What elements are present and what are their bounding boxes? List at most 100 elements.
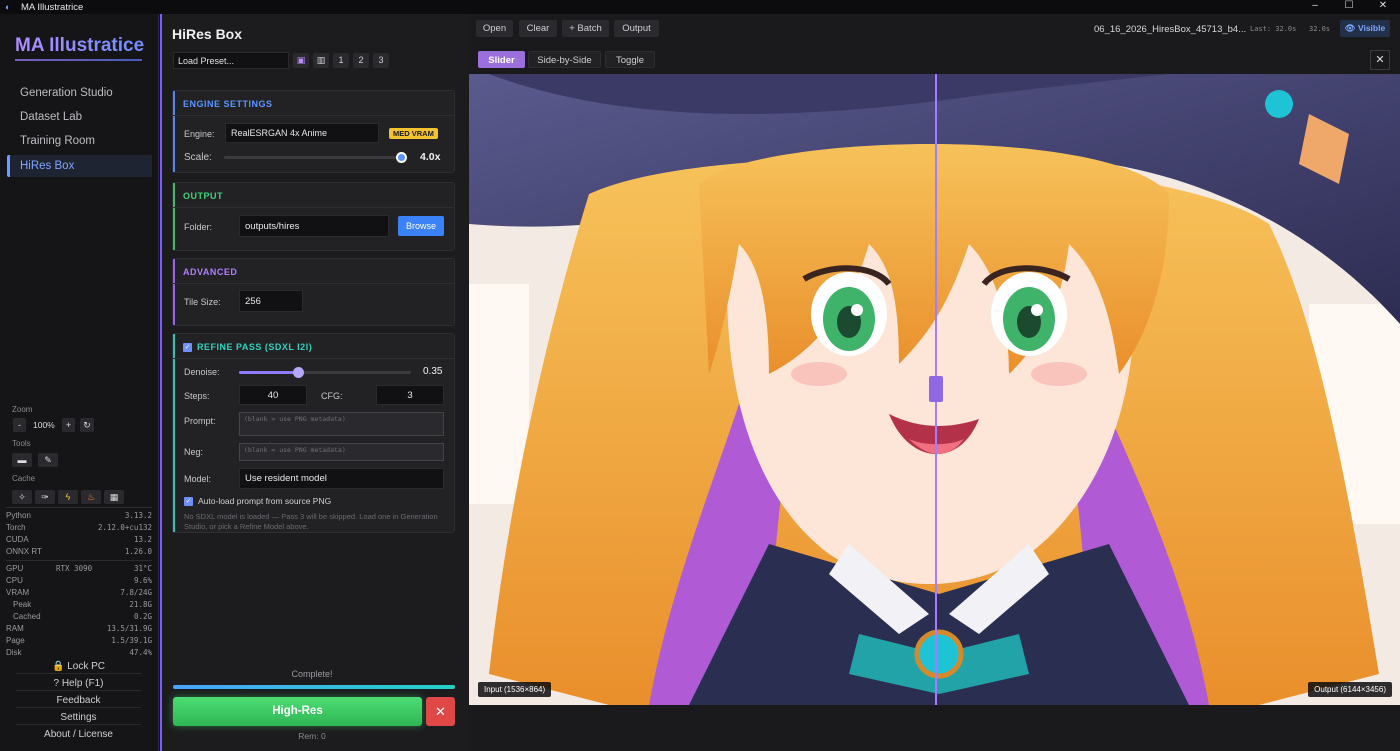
delete-preset-icon[interactable]: ▥	[313, 53, 329, 68]
prompt-textarea[interactable]: (blank = use PNG metadata)	[239, 412, 444, 436]
output-section: OUTPUT Folder: outputs/hires Browse	[172, 182, 455, 251]
vram-badge: MED VRAM	[389, 128, 438, 139]
brand-logo: MA Illustratice	[15, 35, 145, 56]
neg-placeholder: (blank = use PNG metadata)	[244, 446, 346, 454]
cfg-input[interactable]: 3	[376, 385, 444, 405]
nav-generation-studio[interactable]: Generation Studio	[20, 87, 113, 99]
gpu-row: GPU RTX 3090 31°C	[6, 564, 152, 573]
save-preset-icon[interactable]: ▣	[293, 53, 309, 68]
lock-pc-button[interactable]: 🔒 Lock PC	[16, 659, 141, 674]
zoom-out-button[interactable]: -	[13, 418, 26, 432]
maximize-icon[interactable]: ☐	[1332, 0, 1366, 14]
brush-icon[interactable]: ✑	[35, 490, 55, 504]
scale-slider-fill	[224, 156, 402, 159]
about-button[interactable]: About / License	[16, 727, 141, 742]
prompt-label: Prompt:	[184, 416, 216, 426]
batch-button[interactable]: + Batch	[562, 20, 609, 37]
chip-icon[interactable]: ▦	[104, 490, 124, 504]
stat-row: Cached 0.2G	[13, 612, 152, 621]
section-divider	[173, 115, 454, 116]
clear-button[interactable]: Clear	[519, 20, 557, 37]
denoise-value: 0.35	[423, 366, 443, 377]
visible-toggle[interactable]: 👁 Visible	[1340, 20, 1390, 37]
close-window-icon[interactable]: ✕	[1366, 0, 1400, 14]
resource-stats: GPU RTX 3090 31°C CPU 9.6% VRAM 7.8/24G Peak…	[6, 563, 152, 659]
scale-slider-knob[interactable]	[396, 152, 407, 163]
feedback-button[interactable]: Feedback	[16, 693, 141, 708]
zoom-label: Zoom	[12, 405, 33, 414]
nav-hires-box[interactable]: HiRes Box	[7, 155, 152, 177]
section-accent	[173, 259, 175, 325]
input-size-tag: Input (1536×864)	[478, 682, 552, 697]
neg-prompt-textarea[interactable]: (blank = use PNG metadata)	[239, 443, 444, 461]
autoload-label: Auto-load prompt from source PNG	[198, 496, 332, 506]
title-bar: ◐ MA Illustratrice – ☐ ✕	[0, 0, 1400, 14]
version-stats: Python 3.13.2 Torch 2.12.0+cu132 CUDA 13.2 …	[6, 510, 152, 558]
section-divider	[173, 207, 454, 208]
refine-enable-checkbox[interactable]: ✓	[183, 343, 192, 352]
sidebar: MA Illustratice Generation Studio Datase…	[0, 14, 159, 751]
window-title: MA Illustratrice	[21, 1, 84, 13]
output-button[interactable]: Output	[614, 20, 659, 37]
stat-row: Peak 21.8G	[13, 600, 152, 609]
engine-select[interactable]: RealESRGAN 4x Anime	[225, 123, 379, 143]
preset-slot-1[interactable]: 1	[333, 53, 349, 68]
compare-divider-handle[interactable]	[929, 376, 943, 402]
run-hires-button[interactable]: High-Res	[173, 697, 422, 726]
nav-dataset-lab[interactable]: Dataset Lab	[20, 111, 82, 123]
mode-slider-tab[interactable]: Slider	[478, 51, 525, 68]
zoom-in-button[interactable]: +	[62, 418, 75, 432]
folder-input[interactable]: outputs/hires	[239, 215, 389, 237]
preset-select[interactable]: Load Preset...	[173, 52, 289, 69]
section-accent	[173, 334, 175, 532]
last-time: Last: 32.0s	[1250, 25, 1297, 33]
cache-label: Cache	[12, 474, 36, 483]
denoise-slider-knob[interactable]	[293, 367, 305, 378]
section-divider	[173, 283, 454, 284]
autoload-checkbox[interactable]: ✓	[184, 497, 193, 506]
section-divider	[173, 358, 454, 359]
steps-input[interactable]: 40	[239, 385, 307, 405]
wrench-icon[interactable]: ✎	[38, 453, 58, 467]
cancel-button[interactable]: ✕	[426, 697, 455, 726]
steps-label: Steps:	[184, 391, 210, 401]
preset-slot-3[interactable]: 3	[373, 53, 389, 68]
settings-button[interactable]: Settings	[16, 710, 141, 725]
browse-button[interactable]: Browse	[398, 216, 444, 236]
section-accent	[173, 91, 175, 172]
scale-label: Scale:	[184, 152, 212, 163]
section-header: ENGINE SETTINGS	[183, 99, 273, 109]
mode-side-by-side-tab[interactable]: Side-by-Side	[528, 51, 601, 68]
tile-size-label: Tile Size:	[184, 297, 221, 307]
nav-training-room[interactable]: Training Room	[20, 135, 95, 147]
fire-icon[interactable]: ♨	[81, 490, 101, 504]
open-button[interactable]: Open	[476, 20, 513, 37]
close-viewer-icon[interactable]: ✕	[1370, 50, 1390, 70]
zoom-reset-icon[interactable]: ↻	[80, 418, 94, 432]
denoise-label: Denoise:	[184, 367, 220, 377]
model-label: Model:	[184, 474, 212, 484]
engine-settings-section: ENGINE SETTINGS Engine: RealESRGAN 4x An…	[172, 90, 455, 173]
zoom-value: 100%	[33, 420, 55, 430]
neg-label: Neg:	[184, 447, 204, 457]
stats-divider	[6, 560, 152, 561]
section-header: REFINE PASS (SDXL I2I)	[197, 342, 313, 352]
help-button[interactable]: ? Help (F1)	[16, 676, 141, 691]
broom-icon[interactable]: ✧	[12, 490, 32, 504]
preset-slot-2[interactable]: 2	[353, 53, 369, 68]
progress-bar	[173, 685, 455, 689]
denoise-slider[interactable]	[239, 367, 411, 378]
app-icon: ◐	[5, 2, 11, 12]
lightning-icon[interactable]: ϟ	[58, 490, 78, 504]
image-viewer: Open Clear + Batch Output 06_16_2026_Hir…	[468, 14, 1400, 751]
mode-toggle-tab[interactable]: Toggle	[605, 51, 655, 68]
tile-size-input[interactable]: 256	[239, 290, 303, 312]
scale-slider[interactable]	[224, 152, 407, 163]
minimize-icon[interactable]: –	[1298, 0, 1332, 14]
hires-panel: HiRes Box Load Preset... ▣ ▥ 1 2 3 ENGIN…	[160, 14, 468, 751]
stat-row: Torch 2.12.0+cu132	[6, 523, 152, 532]
refine-model-select[interactable]: Use resident model	[239, 468, 444, 489]
stats-divider	[6, 507, 152, 508]
comparison-image[interactable]: Input (1536×864) Output (6144×3456)	[469, 74, 1400, 705]
keyboard-icon[interactable]: ▬	[12, 453, 32, 467]
